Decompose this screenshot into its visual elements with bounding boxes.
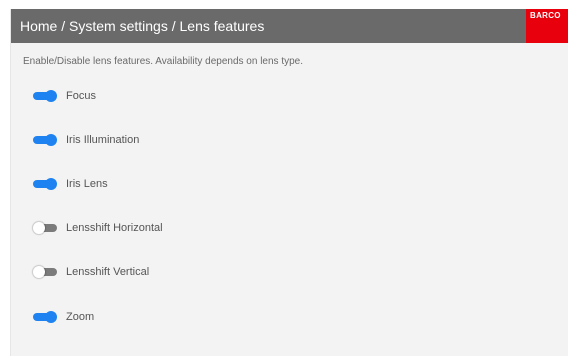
feature-label: Lensshift Horizontal <box>66 222 163 234</box>
iris-illumination-toggle[interactable] <box>33 134 57 146</box>
toggle-knob <box>33 222 45 234</box>
header-bar: Home / System settings / Lens features B… <box>11 9 568 43</box>
toggle-knob <box>33 266 45 278</box>
feature-label: Lensshift Vertical <box>66 266 150 278</box>
feature-label: Zoom <box>66 311 95 323</box>
toggle-knob <box>45 311 57 323</box>
lensshift-horizontal-toggle[interactable] <box>33 222 57 234</box>
focus-toggle[interactable] <box>33 90 57 102</box>
iris-lens-toggle[interactable] <box>33 178 57 190</box>
settings-panel: Home / System settings / Lens features B… <box>10 9 568 356</box>
lensshift-vertical-toggle[interactable] <box>33 266 57 278</box>
feature-label: Focus <box>66 90 96 102</box>
breadcrumb: Home / System settings / Lens features <box>20 18 265 34</box>
barco-logo: BARCO <box>526 9 568 43</box>
toggle-knob <box>45 90 57 102</box>
feature-label: Iris Illumination <box>66 134 140 146</box>
page-description: Enable/Disable lens features. Availabili… <box>23 56 303 67</box>
toggle-knob <box>45 178 57 190</box>
feature-label: Iris Lens <box>66 178 108 190</box>
logo-text: BARCO <box>530 11 561 20</box>
zoom-toggle[interactable] <box>33 311 57 323</box>
toggle-knob <box>45 134 57 146</box>
